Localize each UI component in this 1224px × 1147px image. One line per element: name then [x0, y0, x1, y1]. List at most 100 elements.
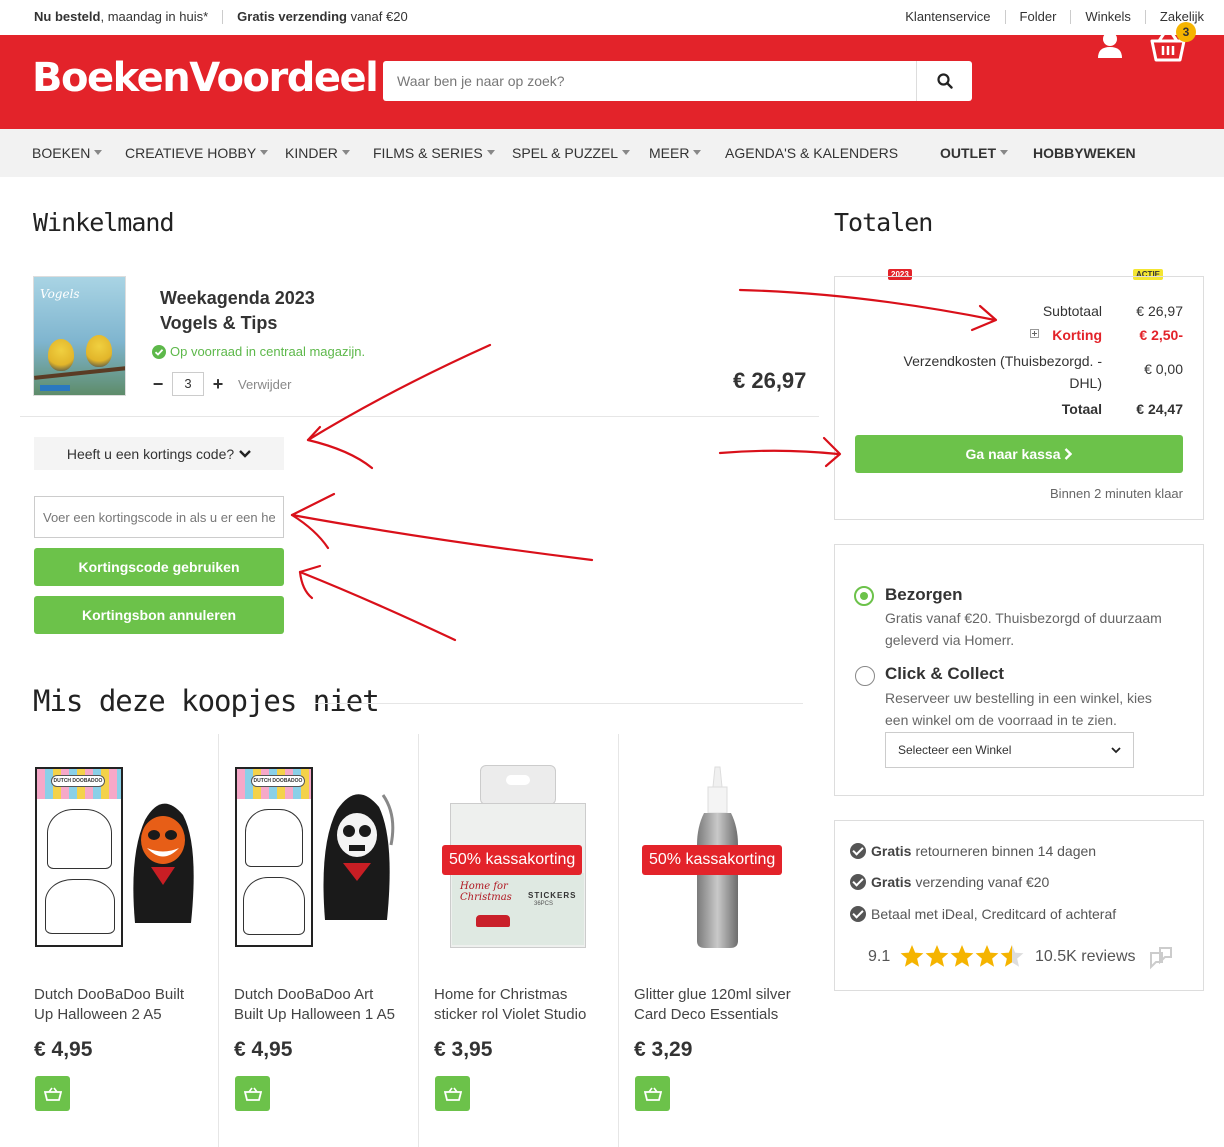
product-cover-image[interactable]: Vogels [33, 276, 126, 396]
add-to-cart-button[interactable] [235, 1076, 270, 1111]
apply-coupon-button[interactable]: Kortingscode gebruiken [34, 548, 284, 586]
divider [1144, 9, 1146, 24]
reaper-illustration [323, 794, 395, 920]
promo-badge: 50% kassakorting [642, 845, 783, 875]
product-name[interactable]: Dutch DooBaDoo Art Built Up Halloween 1 A… [234, 985, 404, 1025]
nav-hobbyweken[interactable]: HOBBYWEKEN [1033, 145, 1136, 161]
link-winkels[interactable]: Winkels [1085, 9, 1131, 24]
product-price: € 3,95 [434, 1038, 493, 1061]
product-name[interactable]: Dutch DooBaDoo Built Up Halloween 2 A5 [34, 985, 204, 1025]
rating-stars [900, 945, 1024, 967]
usp-strip: Nu besteld, maandag in huis* Gratis verz… [34, 9, 408, 24]
increase-quantity-button[interactable]: + [212, 374, 224, 395]
bird-illustration [48, 339, 74, 371]
check-circle-icon [850, 906, 866, 922]
sticker-label: Home for Christmas STICKERS 36PCS [452, 873, 584, 945]
usp-returns: Gratis retourneren binnen 14 dagen [850, 843, 1096, 859]
delivery-promo: Nu besteld, maandag in huis* [34, 9, 209, 24]
product-image-halloween-2[interactable]: DUTCH DOOBADOO [33, 765, 203, 950]
remove-item-link[interactable]: Verwijder [238, 377, 291, 392]
checkout-button[interactable]: Ga naar kassa [855, 435, 1183, 473]
decrease-quantity-button[interactable]: − [152, 374, 164, 395]
caret-down-icon [341, 150, 350, 155]
user-icon[interactable] [1097, 31, 1123, 59]
divider [20, 416, 819, 417]
link-folder[interactable]: Folder [1020, 9, 1057, 24]
check-circle-icon [152, 344, 166, 359]
checkout-note: Binnen 2 minuten klaar [1050, 486, 1183, 501]
nav-boeken[interactable]: BOEKEN [32, 145, 103, 161]
total-label: Totaal [1061, 401, 1102, 417]
divider [618, 734, 619, 1147]
totals-heading: Totalen [834, 208, 933, 237]
option-click-collect-description: Reserveer uw bestelling in een winkel, k… [885, 690, 1152, 728]
rating-score: 9.1 [868, 948, 891, 965]
stencil-shape [245, 809, 303, 867]
link-klantenservice[interactable]: Klantenservice [905, 9, 990, 24]
divider [218, 734, 219, 1147]
nav-outlet[interactable]: OUTLET [940, 145, 1008, 161]
cancel-coupon-button[interactable]: Kortingsbon annuleren [34, 596, 284, 634]
hanger-hole [506, 775, 530, 785]
radio-bezorgen[interactable] [854, 586, 874, 606]
divider [315, 703, 803, 704]
basket-icon [443, 1087, 462, 1101]
nav-films-series[interactable]: FILMS & SERIES [373, 145, 495, 161]
coupon-toggle[interactable]: Heeft u een kortings code? [34, 437, 284, 470]
shipping-value: € 0,00 [1144, 361, 1183, 377]
discount-label: Korting [1052, 327, 1102, 343]
coupon-code-input[interactable] [34, 496, 284, 538]
subtotal-label: Subtotaal [1042, 303, 1102, 319]
quantity-input[interactable]: 3 [172, 372, 204, 396]
option-bezorgen-title[interactable]: Bezorgen [885, 585, 962, 605]
cart-heading: Winkelmand [33, 208, 175, 237]
total-value: € 24,47 [1136, 401, 1183, 417]
shipping-label: Verzendkosten (Thuisbezorgd. - DHL) [903, 353, 1102, 391]
chevron-down-icon [239, 449, 252, 458]
reaper-illustration [133, 803, 194, 923]
bird-illustration [86, 335, 112, 367]
chevron-down-icon [1111, 746, 1121, 753]
arrow-to-coupon-input-head [290, 492, 336, 550]
service-links: Klantenservice Folder Winkels Zakelijk [905, 9, 1204, 24]
site-header: BoekenVoordeel [0, 35, 1224, 129]
nav-agendas-kalenders[interactable]: AGENDA'S & KALENDERS [725, 145, 898, 161]
product-image-halloween-1[interactable]: DUTCH DOOBADOO [233, 765, 403, 950]
cover-label [40, 385, 70, 391]
cart-item-title[interactable]: Weekagenda 2023 Vogels & Tips [160, 286, 315, 336]
nav-creatieve-hobby[interactable]: CREATIEVE HOBBY [125, 145, 269, 161]
nav-kinder[interactable]: KINDER [285, 145, 350, 161]
add-to-cart-button[interactable] [435, 1076, 470, 1111]
stencil-shape [243, 877, 305, 935]
quantity-stepper: − 3 + Verwijder [152, 372, 291, 396]
nav-meer[interactable]: MEER [649, 145, 702, 161]
star-icon [900, 945, 924, 967]
product-price: € 4,95 [34, 1038, 93, 1061]
check-circle-icon [850, 874, 866, 890]
nav-spel-puzzel[interactable]: SPEL & PUZZEL [512, 145, 631, 161]
divider [418, 734, 419, 1147]
arrow-to-checkout [718, 449, 840, 456]
promo-badge: 50% kassakorting [442, 845, 583, 875]
brand-logo: DUTCH DOOBADOO [251, 775, 305, 787]
product-name[interactable]: Glitter glue 120ml silver Card Deco Essen… [634, 985, 804, 1025]
radio-click-collect[interactable] [855, 666, 875, 686]
subtotal-value: € 26,97 [1136, 303, 1183, 319]
add-to-cart-button[interactable] [35, 1076, 70, 1111]
car-illustration [476, 915, 510, 927]
caret-down-icon [94, 150, 103, 155]
usp-payment: Betaal met iDeal, Creditcard of achteraf [850, 906, 1116, 922]
product-name[interactable]: Home for Christmas sticker rol Violet Stu… [434, 985, 604, 1025]
site-logo[interactable]: BoekenVoordeel [32, 55, 379, 101]
option-click-collect-title[interactable]: Click & Collect [885, 664, 1004, 684]
search-button[interactable] [916, 61, 972, 101]
main-navigation: BOEKEN CREATIEVE HOBBY KINDER FILMS & SE… [0, 129, 1224, 280]
package-hanger [480, 765, 556, 805]
store-select[interactable]: Selecteer een Winkel [885, 732, 1134, 768]
stencil-shape [45, 879, 115, 934]
add-to-cart-button[interactable] [635, 1076, 670, 1111]
bargains-heading: Mis deze koopjes niet [33, 684, 380, 718]
review-count[interactable]: 10.5K reviews [1035, 948, 1136, 966]
search-input[interactable] [383, 61, 916, 101]
search-bar [383, 61, 972, 101]
